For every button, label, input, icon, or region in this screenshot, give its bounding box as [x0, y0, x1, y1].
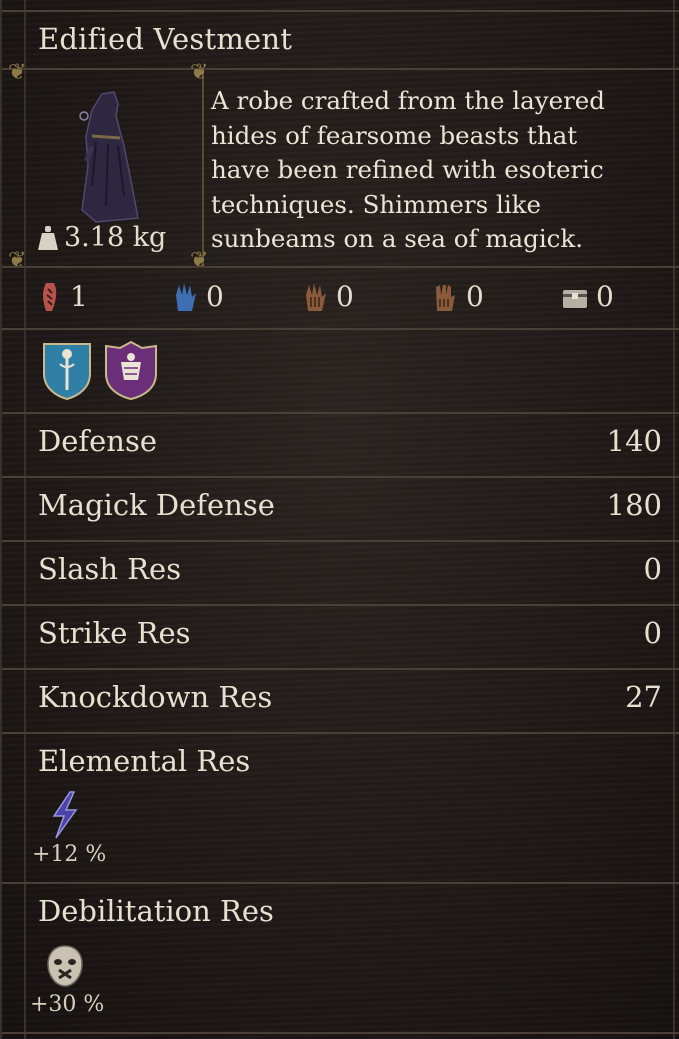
lightning-icon [52, 791, 78, 839]
requirements-row: 1 0 0 0 0 [2, 280, 679, 316]
requirement-value: 0 [206, 280, 224, 313]
requirement-item: 1 [38, 280, 88, 313]
weight-icon [38, 225, 58, 250]
requirement-item: 0 [302, 280, 354, 313]
frame-ornament-icon: ❦ [8, 60, 27, 85]
elemental-res-section: Elemental Res +12 % [2, 744, 679, 880]
stat-value: 0 [643, 616, 662, 650]
stat-row-magick-defense: Magick Defense 180 [2, 478, 679, 542]
stat-value: 27 [625, 680, 662, 714]
requirement-value: 1 [70, 280, 88, 313]
debilitation-res-title: Debilitation Res [38, 894, 274, 928]
stat-label: Strike Res [38, 616, 191, 650]
divider-description [2, 266, 679, 268]
requirement-item: 0 [432, 280, 484, 313]
divider-bottom [2, 1032, 679, 1034]
silence-mask-icon [47, 945, 83, 987]
item-description: A robe crafted from the layered hides of… [211, 84, 651, 257]
stat-row-strike-res: Strike Res 0 [2, 606, 679, 670]
brown-hand-icon [306, 282, 326, 311]
stat-row-slash-res: Slash Res 0 [2, 542, 679, 606]
item-weight-value: 3.18 kg [64, 222, 167, 253]
requirement-value: 0 [466, 280, 484, 313]
description-line: sunbeams on a sea of magick. [211, 224, 584, 253]
frame-ornament-icon: ❦ [190, 248, 209, 273]
brown-claw-icon [436, 284, 455, 311]
mage-shield-icon[interactable] [42, 340, 92, 400]
item-tooltip-panel: Edified Vestment ❦ ❦ ❦ ❦ 3.18 kg A robe … [0, 0, 679, 1039]
debilitation-res-value: +30 % [30, 992, 105, 1017]
requirement-value: 0 [596, 280, 614, 313]
description-line: have been refined with esoteric [211, 155, 604, 184]
divider-requirements [2, 328, 679, 330]
description-line: A robe crafted from the layered [211, 86, 605, 115]
description-line: hides of fearsome beasts that [211, 120, 578, 150]
stat-value: 0 [643, 552, 662, 586]
stat-value: 180 [606, 488, 662, 522]
requirement-value: 0 [336, 280, 354, 313]
stat-value: 140 [606, 424, 662, 458]
requirement-item: 0 [562, 280, 614, 313]
frame-ornament-icon: ❦ [190, 60, 209, 85]
stat-label: Knockdown Res [38, 680, 273, 714]
item-weight: 3.18 kg [38, 222, 166, 253]
blue-hand-icon [176, 282, 196, 311]
description-line: techniques. Shimmers like [211, 189, 542, 219]
divider-top [2, 10, 679, 12]
stat-label: Slash Res [38, 552, 182, 586]
chest-icon [563, 289, 587, 308]
divider-stat [2, 732, 679, 734]
frame-ornament-icon: ❦ [8, 248, 27, 273]
stat-label: Defense [38, 424, 158, 458]
vocation-badges [42, 340, 158, 400]
red-claw-icon [43, 282, 57, 311]
stat-label: Magick Defense [38, 488, 275, 522]
item-name: Edified Vestment [38, 22, 293, 56]
elemental-res-value: +12 % [32, 842, 107, 867]
elemental-res-title: Elemental Res [38, 744, 251, 778]
stat-row-defense: Defense 140 [2, 414, 679, 478]
requirement-item: 0 [172, 280, 224, 313]
stat-row-knockdown-res: Knockdown Res 27 [2, 670, 679, 734]
robe-item-icon [79, 91, 139, 223]
sorcerer-shield-icon[interactable] [104, 340, 158, 400]
debilitation-res-section: Debilitation Res +30 % [2, 894, 679, 1030]
divider-elemental [2, 882, 679, 884]
